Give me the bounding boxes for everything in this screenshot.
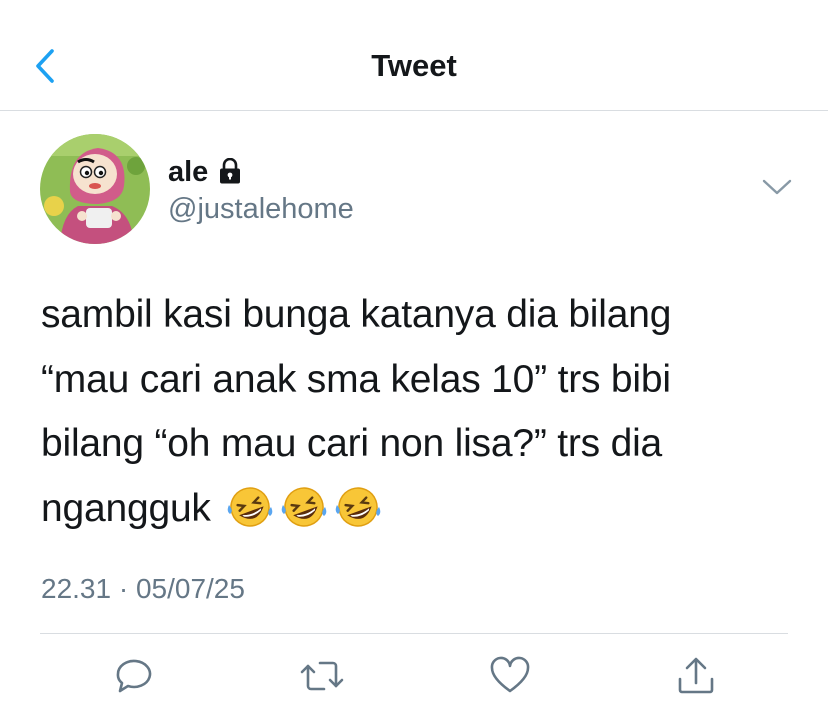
- action-bar: [0, 652, 828, 702]
- reply-icon: [116, 659, 152, 693]
- tweet-text-fragment: ngangguk: [41, 486, 211, 530]
- like-button[interactable]: [486, 652, 534, 700]
- divider: [40, 633, 788, 634]
- laughing-emoji-icon: [282, 486, 327, 527]
- heart-icon: [490, 656, 530, 693]
- tweet-text: sambil kasi bunga katanya dia bilang “ma…: [41, 283, 801, 541]
- retweet-icon: [300, 661, 344, 691]
- share-icon: [678, 657, 714, 694]
- lock-icon: [218, 157, 242, 189]
- laughing-emoji-icon: [228, 486, 273, 527]
- laughing-emoji-icon: [336, 486, 381, 527]
- author-name: ale: [168, 155, 209, 188]
- tweet-text-line: ngangguk: [41, 477, 801, 542]
- share-button[interactable]: [672, 652, 720, 700]
- top-bar: Tweet: [0, 0, 828, 111]
- tweet-menu-button[interactable]: [760, 176, 794, 198]
- chevron-down-icon: [762, 179, 792, 195]
- retweet-button[interactable]: [298, 652, 346, 700]
- author-name-row[interactable]: ale: [168, 152, 242, 192]
- tweet-text-line: “mau cari anak sma kelas 10” trs bibi: [41, 357, 671, 401]
- tweet-timestamp[interactable]: 22.31 · 05/07/25: [41, 573, 245, 605]
- tweet-text-line: sambil kasi bunga katanya dia bilang: [41, 293, 672, 336]
- reply-button[interactable]: [110, 652, 158, 700]
- avatar[interactable]: [40, 134, 150, 244]
- page-title: Tweet: [371, 48, 457, 83]
- avatar-image: [40, 134, 150, 244]
- tweet-text-line: bilang “oh mau cari non lisa?” trs dia: [41, 422, 663, 465]
- author-handle[interactable]: @justalehome: [168, 193, 354, 226]
